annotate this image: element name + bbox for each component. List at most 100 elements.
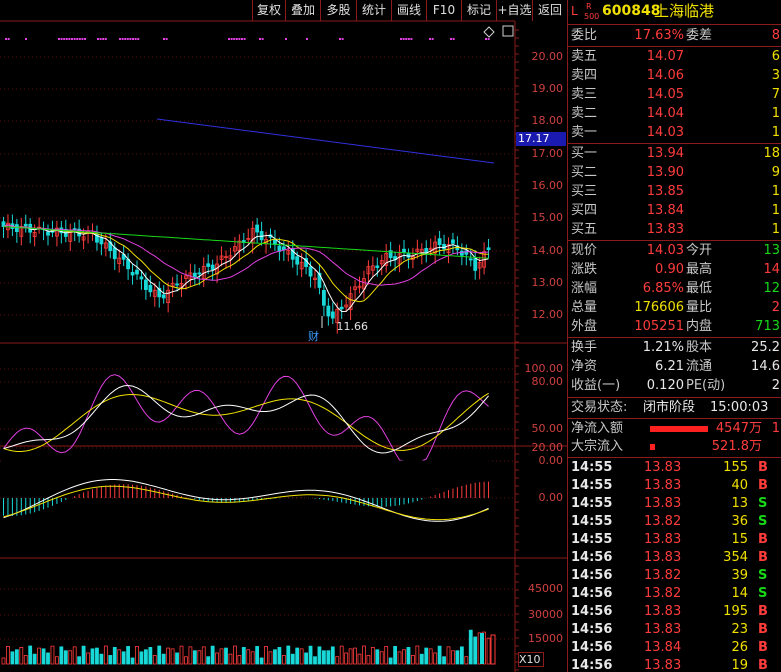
candle-body <box>99 237 104 245</box>
block-inflow-label: 大宗流入 <box>571 439 624 454</box>
quote-row: 涨幅 6.85% 最低 12 <box>568 280 781 298</box>
volume-bar <box>424 647 429 665</box>
sell-level-row: 卖四 14.06 3 <box>568 67 781 85</box>
block-inflow-value: 521.8万 <box>711 439 762 454</box>
sell-level-price: 14.05 <box>646 87 684 102</box>
toolbar-button-3[interactable]: 统计 <box>356 0 391 21</box>
volume-bar <box>19 646 24 665</box>
net-inflow-bar <box>650 426 708 432</box>
candle-body <box>321 290 326 306</box>
event-marker <box>487 38 490 40</box>
fundamental-value-2: 25.2 <box>751 340 780 355</box>
event-marker <box>78 38 81 40</box>
volume-bar <box>335 656 340 665</box>
panel-toggle-icon <box>502 25 514 37</box>
tick-volume: 15 <box>731 532 748 547</box>
tick-time: 14:56 <box>571 550 613 565</box>
volume-bar <box>286 645 291 665</box>
volume-bar <box>175 652 179 665</box>
toolbar-button-0[interactable]: 复权 <box>252 0 285 21</box>
tick-row: 14:56 13.82 14 S <box>568 585 781 603</box>
quote-label: 涨幅 <box>571 281 598 296</box>
volume-bar <box>72 646 77 665</box>
tick-price: 13.83 <box>644 478 682 493</box>
tick-time: 14:55 <box>571 460 613 475</box>
volume-bar <box>139 651 144 665</box>
tick-time: 14:56 <box>571 586 613 601</box>
volume-bar <box>63 650 68 665</box>
weicha-label: 委差 <box>686 28 713 43</box>
toolbar-button-5[interactable]: F10 <box>426 0 461 21</box>
net-inflow-extra: 1 <box>771 421 780 436</box>
candle-body <box>210 264 215 270</box>
tick-side: S <box>758 586 768 601</box>
toolbar-button-7[interactable]: +自选 <box>496 0 532 21</box>
tick-side: S <box>758 514 768 529</box>
buy-level-row: 买三 13.85 1 <box>568 183 781 201</box>
tick-side: B <box>758 640 768 655</box>
sell-level-volume: 6 <box>771 49 780 64</box>
tick-volume: 19 <box>731 658 748 672</box>
tick-time: 14:55 <box>571 478 613 493</box>
tick-price: 13.82 <box>644 568 682 583</box>
net-inflow-row: 净流入额 4547万 1 <box>568 420 781 438</box>
buy-level-price: 13.85 <box>646 184 684 199</box>
volume-bar <box>313 656 317 665</box>
toolbar-button-2[interactable]: 多股 <box>320 0 356 21</box>
candle-body <box>451 239 455 244</box>
volume-bar <box>210 645 215 665</box>
volume-bar <box>419 653 424 665</box>
quote-label: 涨跌 <box>571 262 598 277</box>
event-marker <box>485 38 487 40</box>
quote-value-2: 14 <box>763 262 780 277</box>
event-marker <box>400 38 402 40</box>
tick-row: 14:56 13.83 23 B <box>568 621 781 639</box>
volume-bar <box>397 651 402 665</box>
volume-bar <box>362 645 366 665</box>
candle-body <box>437 238 442 246</box>
volume-bar <box>59 646 64 665</box>
quote-label: 总量 <box>571 300 598 315</box>
volume-bar <box>77 656 82 665</box>
tick-volume: 36 <box>731 514 748 529</box>
diamond-icon <box>483 26 495 38</box>
toolbar-button-4[interactable]: 画线 <box>391 0 426 21</box>
vol-tick: 15000 <box>528 632 563 645</box>
event-marker <box>76 38 79 40</box>
tick-row: 14:56 13.83 195 B <box>568 603 781 621</box>
toolbar-button-6[interactable]: 标记 <box>461 0 496 21</box>
event-marker <box>339 38 341 40</box>
volume-bar <box>23 655 28 665</box>
candle-body <box>143 279 148 290</box>
toolbar-button-1[interactable]: 叠加 <box>285 0 320 21</box>
volume-bar <box>480 633 484 664</box>
event-marker <box>235 38 238 40</box>
volume-bar <box>433 652 438 665</box>
volume-bar <box>264 646 268 665</box>
volume-bar <box>406 647 411 665</box>
sell-level-label: 卖五 <box>571 49 598 64</box>
event-marker <box>99 38 102 40</box>
tick-price: 13.83 <box>644 496 682 511</box>
toolbar-button-8[interactable]: 返回 <box>532 0 567 21</box>
stock-code: 600848 <box>602 3 661 19</box>
buy-level-row: 买四 13.84 1 <box>568 202 781 220</box>
event-marker <box>63 38 66 40</box>
volume-bar <box>32 653 37 665</box>
candle-body <box>308 266 313 277</box>
event-marker <box>121 38 124 40</box>
candle-body <box>161 294 166 299</box>
volume-bar <box>388 657 393 665</box>
quote-value-2: 713 <box>755 319 780 334</box>
volume-bar <box>246 649 251 665</box>
event-marker <box>228 38 230 40</box>
quote-value: 14.03 <box>646 243 684 258</box>
sell-level-label: 卖二 <box>571 106 598 121</box>
tick-price: 13.83 <box>644 604 682 619</box>
event-marker <box>405 38 408 40</box>
candle-body <box>14 224 19 233</box>
weicha-value: 8 <box>771 28 780 43</box>
trade-status-row: 交易状态: 闭市阶段 15:00:03 <box>568 399 781 417</box>
fundamental-row: 收益(一) 0.120 PE(动) 2 <box>568 377 781 395</box>
buy-level-volume: 18 <box>763 146 780 161</box>
